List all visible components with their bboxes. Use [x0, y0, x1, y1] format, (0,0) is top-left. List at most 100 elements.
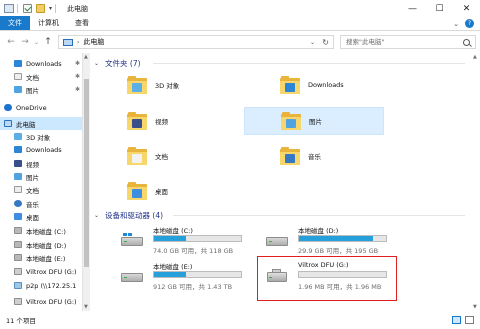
folder-item[interactable]: 文档 — [91, 142, 231, 170]
folder-icon — [127, 76, 147, 94]
tab-file[interactable]: 文件 — [0, 16, 30, 30]
sidebar-item[interactable]: Viltrox DFU (G:) — [0, 265, 82, 278]
sidebar-item[interactable]: 桌面 — [0, 210, 82, 223]
drive-free-space: 912 GB 可用，共 1.43 TB — [153, 283, 233, 291]
document-icon — [14, 73, 22, 80]
drive-icon — [14, 254, 22, 261]
close-button[interactable]: ✕ — [453, 0, 480, 17]
content-scrollbar[interactable]: ▲ ▼ — [471, 53, 480, 311]
minimize-button[interactable]: — — [399, 0, 426, 17]
sidebar-item[interactable]: 图片 ✱ — [0, 83, 82, 96]
drive-item[interactable]: 本地磁盘 (E:) 912 GB 可用，共 1.43 TB — [121, 261, 247, 293]
navigation-scrollbar[interactable]: ▲ ▼ — [82, 53, 90, 311]
breadcrumb-separator[interactable]: › — [77, 39, 79, 46]
customize-toolbar-chevron-icon[interactable]: ▾ — [49, 5, 52, 12]
sidebar-item[interactable]: Downloads ✱ — [0, 57, 82, 70]
usb-drive-icon — [14, 298, 22, 305]
folder-icon — [281, 112, 301, 130]
folder-icon — [127, 112, 147, 130]
new-folder-quick-access-icon[interactable] — [36, 4, 45, 13]
pictures-icon — [14, 86, 22, 93]
drives-group-header[interactable]: ⌄ 设备和驱动器 (4) — [91, 209, 163, 221]
sidebar-item-label: 3D 对象 — [26, 133, 51, 142]
large-icons-view-icon[interactable] — [465, 316, 474, 324]
search-icon[interactable] — [463, 39, 470, 46]
pc-icon — [63, 38, 73, 46]
explorer-window-icon[interactable] — [4, 4, 14, 13]
folders-group-header[interactable]: ⌄ 文件夹 (7) — [91, 57, 141, 69]
scroll-up-arrow-icon[interactable]: ▲ — [84, 54, 88, 60]
folder-label: 3D 对象 — [155, 82, 180, 90]
sidebar-item[interactable]: OneDrive — [0, 101, 82, 114]
scroll-up-arrow-icon[interactable]: ▲ — [473, 54, 477, 60]
sidebar-item[interactable]: 本地磁盘 (E:) — [0, 251, 82, 264]
recent-locations-chevron-icon[interactable]: ⌄ — [32, 35, 41, 49]
sidebar-item[interactable]: p2p (\\172.25.1 — [0, 279, 82, 292]
help-icon[interactable]: ? — [465, 19, 474, 28]
navigation-scroll-thumb[interactable] — [84, 79, 89, 267]
scroll-down-arrow-icon[interactable]: ▼ — [84, 304, 88, 310]
folder-item[interactable]: 音乐 — [244, 142, 384, 170]
address-dropdown-chevron-icon[interactable]: ⌄ — [310, 39, 315, 46]
sidebar-item-label: 本地磁盘 (E:) — [26, 254, 66, 263]
breadcrumb-this-pc[interactable]: 此电脑 — [83, 37, 104, 47]
sidebar-item[interactable]: 文档 ✱ — [0, 70, 82, 83]
content-pane: ⌄ 文件夹 (7) ⌄ 设备和驱动器 (4) 3D 对象 Downloads 视频 图… — [91, 53, 471, 311]
folder-item[interactable]: 视频 — [91, 107, 231, 135]
folder-icon — [280, 147, 300, 165]
sidebar-item[interactable]: 本地磁盘 (D:) — [0, 238, 82, 251]
folder-label: 桌面 — [155, 188, 168, 196]
drive-name: 本地磁盘 (C:) — [153, 227, 193, 235]
refresh-icon[interactable]: ↻ — [322, 38, 329, 47]
folder-icon — [127, 147, 147, 165]
document-icon — [14, 186, 22, 193]
tab-view[interactable]: 查看 — [67, 16, 97, 30]
scroll-down-arrow-icon[interactable]: ▼ — [473, 304, 477, 310]
collapse-chevron-icon[interactable]: ⌄ — [94, 212, 99, 219]
3d-objects-icon — [14, 133, 22, 140]
drive-usage-bar — [153, 235, 242, 242]
sidebar-item[interactable]: 此电脑 — [0, 117, 82, 130]
drive-name: 本地磁盘 (E:) — [153, 263, 193, 271]
sidebar-item-label: 本地磁盘 (D:) — [26, 241, 67, 250]
sidebar-item-label: 文档 — [26, 73, 39, 82]
forward-button[interactable]: → — [18, 35, 32, 49]
back-button[interactable]: ← — [4, 35, 18, 49]
download-icon — [14, 146, 22, 153]
folder-icon — [127, 182, 147, 200]
sidebar-item[interactable]: 文档 — [0, 183, 82, 196]
tab-computer[interactable]: 计算机 — [30, 16, 67, 30]
maximize-button[interactable]: ☐ — [426, 0, 453, 17]
search-box[interactable] — [340, 35, 476, 49]
folder-item[interactable]: 图片 — [244, 107, 384, 135]
window-title: 此电脑 — [67, 4, 89, 13]
sidebar-item[interactable]: 本地磁盘 (C:) — [0, 224, 82, 237]
folder-label: Downloads — [308, 81, 344, 89]
folder-label: 音乐 — [308, 153, 321, 161]
sidebar-item[interactable]: Viltrox DFU (G:) — [0, 295, 82, 308]
details-view-icon[interactable] — [452, 316, 461, 324]
folder-item[interactable]: 3D 对象 — [91, 71, 231, 99]
sidebar-item-label: 文档 — [26, 186, 39, 195]
sidebar-item[interactable]: Downloads — [0, 143, 82, 156]
expand-ribbon-chevron-icon[interactable]: ⌄ — [453, 20, 459, 28]
sidebar-item[interactable]: 音乐 — [0, 197, 82, 210]
folder-item[interactable]: Downloads — [244, 71, 384, 99]
system-drive-icon — [121, 233, 143, 247]
drive-item[interactable]: 本地磁盘 (D:) 29.9 GB 可用，共 195 GB — [266, 225, 392, 257]
drive-icon — [14, 227, 22, 234]
desktop-icon — [14, 213, 22, 220]
properties-quick-access-icon[interactable] — [23, 4, 32, 13]
up-button[interactable]: ↑ — [41, 35, 55, 49]
sidebar-item[interactable]: 3D 对象 — [0, 130, 82, 143]
sidebar-item[interactable]: 图片 — [0, 170, 82, 183]
collapse-chevron-icon[interactable]: ⌄ — [94, 60, 99, 67]
folder-item[interactable]: 桌面 — [91, 177, 231, 205]
drive-item[interactable]: 本地磁盘 (C:) 74.0 GB 可用，共 118 GB — [121, 225, 247, 257]
usb-drive-icon — [14, 268, 22, 275]
network-drive-icon — [14, 282, 22, 289]
address-bar[interactable]: › 此电脑 ⌄ ↻ — [58, 35, 334, 49]
search-input[interactable] — [346, 38, 464, 46]
drive-icon — [14, 241, 22, 248]
sidebar-item[interactable]: 视频 — [0, 157, 82, 170]
